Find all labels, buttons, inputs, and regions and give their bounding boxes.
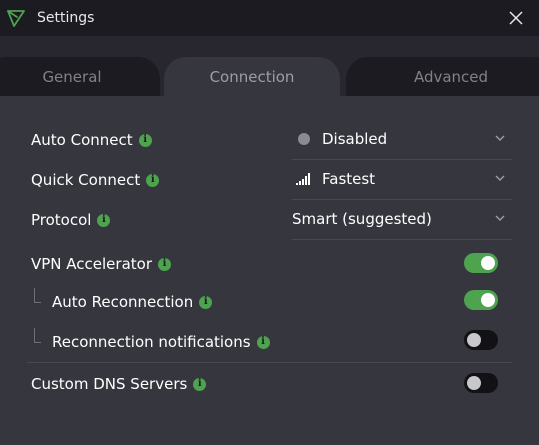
info-icon[interactable]: i	[193, 377, 207, 391]
window-title: Settings	[37, 10, 95, 26]
custom-dns-text: Custom DNS Servers	[31, 375, 188, 393]
signal-bars-icon	[296, 173, 310, 185]
auto-reconnection-text: Auto Reconnection	[52, 293, 194, 311]
connection-settings-panel: Auto Connect i Disabled Quick Connect i …	[0, 96, 539, 445]
vpn-triangle-logo-icon	[7, 10, 25, 27]
toggle-knob	[467, 333, 481, 347]
quick-connect-label: Quick Connect i	[31, 171, 160, 189]
chevron-down-icon	[495, 215, 505, 221]
quick-connect-text: Quick Connect	[31, 171, 141, 189]
toggle-knob	[481, 256, 495, 270]
tree-connector	[34, 288, 41, 303]
quick-connect-dropdown[interactable]: Fastest	[292, 159, 512, 200]
tree-connector	[34, 328, 41, 343]
vpn-accelerator-toggle[interactable]	[464, 253, 498, 273]
vpn-accelerator-label: VPN Accelerator i	[31, 255, 171, 273]
info-icon[interactable]: i	[199, 295, 213, 309]
tab-advanced[interactable]: Advanced	[346, 57, 539, 96]
auto-connect-label: Auto Connect i	[31, 131, 152, 149]
toggle-knob	[481, 293, 495, 307]
tab-connection[interactable]: Connection	[164, 57, 340, 96]
chevron-down-icon	[495, 135, 505, 141]
protocol-label: Protocol i	[31, 211, 111, 229]
custom-dns-toggle[interactable]	[464, 373, 498, 393]
auto-reconnection-toggle[interactable]	[464, 290, 498, 310]
auto-reconnection-label: Auto Reconnection i	[52, 293, 213, 311]
title-bar: Settings	[0, 0, 539, 36]
protocol-value: Smart (suggested)	[292, 210, 432, 228]
chevron-down-icon	[495, 175, 505, 181]
info-icon[interactable]: i	[256, 335, 270, 349]
quick-connect-value: Fastest	[322, 170, 376, 188]
protocol-text: Protocol	[31, 211, 92, 229]
tab-general[interactable]: General	[0, 57, 160, 96]
info-icon[interactable]: i	[97, 213, 111, 227]
close-icon	[509, 11, 523, 25]
reconnection-notifications-toggle[interactable]	[464, 330, 498, 350]
custom-dns-label: Custom DNS Servers i	[31, 375, 207, 393]
toggle-knob	[467, 376, 481, 390]
close-button[interactable]	[502, 4, 530, 32]
protocol-dropdown[interactable]: Smart (suggested)	[292, 199, 512, 240]
auto-connect-dropdown[interactable]: Disabled	[292, 119, 512, 160]
reconnection-notifications-label: Reconnection notifications i	[52, 333, 270, 351]
section-divider	[27, 362, 512, 363]
vpn-accelerator-text: VPN Accelerator	[31, 255, 152, 273]
info-icon[interactable]: i	[146, 173, 160, 187]
auto-connect-value: Disabled	[322, 130, 388, 148]
status-dot-icon	[298, 133, 310, 145]
auto-connect-text: Auto Connect	[31, 131, 133, 149]
info-icon[interactable]: i	[158, 257, 171, 271]
reconnection-notifications-text: Reconnection notifications	[52, 333, 251, 351]
info-icon[interactable]: i	[138, 133, 152, 147]
